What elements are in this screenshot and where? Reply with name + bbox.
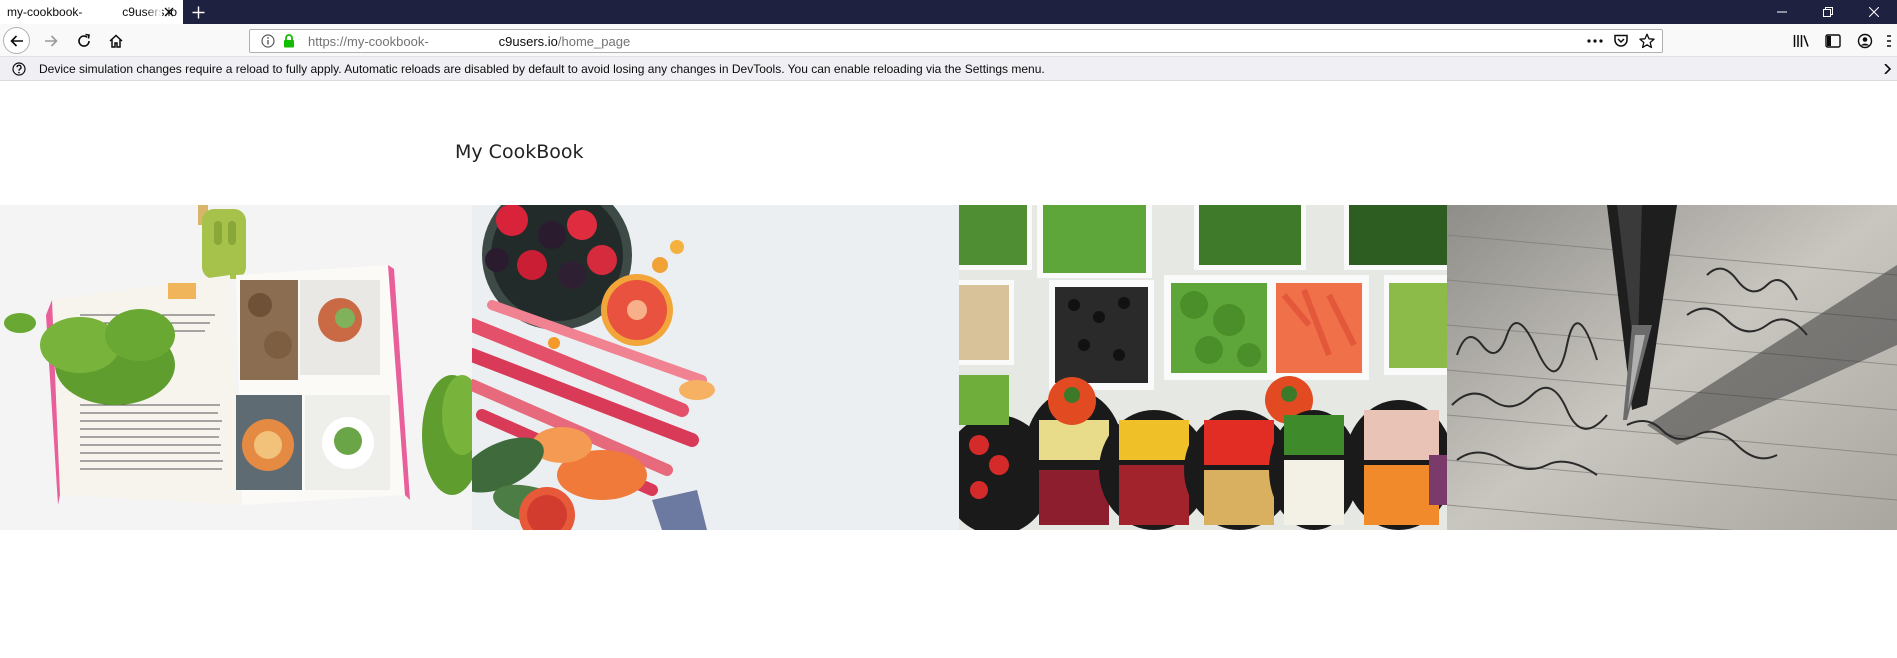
window-controls — [1759, 0, 1897, 24]
navigation-toolbar: https://my-cookbook- c9users.io /home_pa… — [0, 24, 1897, 57]
bookmark-star-icon[interactable] — [1638, 32, 1656, 50]
restore-icon — [1823, 7, 1833, 17]
back-arrow-icon — [9, 34, 23, 47]
home-button[interactable] — [103, 28, 129, 54]
close-tab-icon[interactable] — [161, 4, 177, 20]
redacted-block — [82, 5, 123, 19]
toolbar-right-icons — [1785, 28, 1897, 54]
site-title[interactable]: My CookBook — [455, 141, 583, 163]
menu-icon[interactable] — [1881, 28, 1897, 54]
close-window-button[interactable] — [1851, 0, 1897, 24]
url-domain: c9users.io — [498, 33, 558, 49]
open-cookbook-photo — [0, 205, 472, 530]
vegetable-buffet-photo — [959, 205, 1447, 530]
url-actions — [1586, 30, 1656, 52]
back-button[interactable] — [3, 27, 30, 54]
minimize-icon — [1777, 11, 1787, 13]
tab-title-prefix: my-cookbook- — [7, 5, 83, 19]
page-content: My CookBook — [0, 81, 1897, 658]
page-actions-icon[interactable] — [1586, 32, 1604, 50]
close-window-icon — [1869, 7, 1879, 17]
library-icon[interactable] — [1785, 28, 1817, 54]
browser-tab-active[interactable]: my-cookbook- c9users.io — [0, 0, 183, 24]
notification-message: Device simulation changes require a relo… — [39, 61, 1045, 76]
account-icon[interactable] — [1849, 28, 1881, 54]
devtools-notification-bar: Device simulation changes require a relo… — [0, 57, 1897, 81]
sidebar-icon[interactable] — [1817, 28, 1849, 54]
new-tab-button[interactable] — [183, 0, 213, 24]
minimize-button[interactable] — [1759, 0, 1805, 24]
question-icon — [11, 61, 27, 77]
tab-strip: my-cookbook- c9users.io — [0, 0, 1897, 24]
reload-button[interactable] — [71, 28, 97, 54]
pocket-icon[interactable] — [1612, 32, 1630, 50]
info-icon[interactable] — [258, 34, 278, 48]
redacted-block — [428, 34, 499, 48]
url-path: /home_page — [557, 33, 631, 49]
url-text: https://my-cookbook- c9users.io /home_pa… — [308, 34, 630, 49]
plus-icon — [192, 6, 204, 18]
address-bar[interactable]: https://my-cookbook- c9users.io /home_pa… — [249, 29, 1663, 53]
forward-button[interactable] — [38, 28, 64, 54]
tab-title-fade — [146, 0, 162, 24]
close-notification-icon[interactable] — [1879, 61, 1895, 77]
forward-arrow-icon — [45, 35, 58, 47]
url-scheme: https://my-cookbook- — [308, 33, 429, 49]
fountain-pen-writing-photo — [1447, 205, 1897, 530]
reload-icon — [78, 33, 90, 47]
lock-icon[interactable] — [280, 34, 298, 48]
home-icon — [109, 34, 123, 48]
fruit-rhubarb-photo — [472, 205, 959, 530]
photo-gallery — [0, 205, 1897, 530]
restore-button[interactable] — [1805, 0, 1851, 24]
